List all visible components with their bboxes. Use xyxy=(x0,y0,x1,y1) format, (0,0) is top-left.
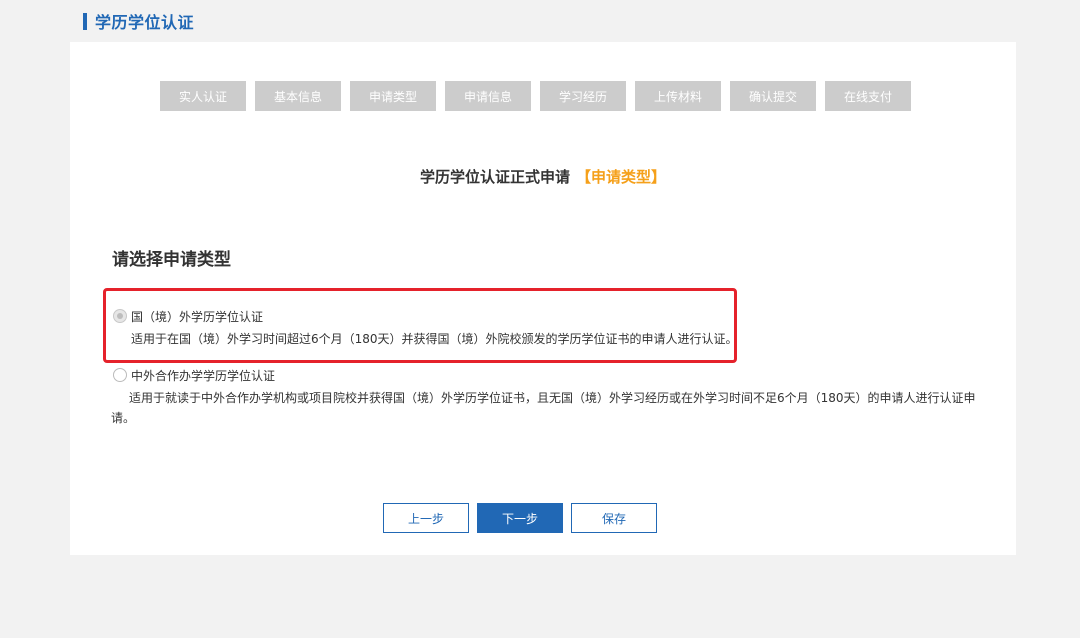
form-title-text: 学历学位认证正式申请 xyxy=(419,168,570,186)
prev-step-button[interactable]: 上一步 xyxy=(383,503,469,533)
form-card: 实人认证 基本信息 申请类型 申请信息 学习经历 上传材料 确认提交 在线支付 … xyxy=(70,42,1016,555)
form-title-highlight: 【申请类型】 xyxy=(576,168,667,186)
step-application-info[interactable]: 申请信息 xyxy=(445,81,531,111)
header-accent-bar xyxy=(83,12,87,30)
next-step-button[interactable]: 下一步 xyxy=(477,503,563,533)
step-real-person-auth[interactable]: 实人认证 xyxy=(160,81,246,111)
radio-sino-foreign-degree[interactable] xyxy=(113,368,127,382)
step-basic-info[interactable]: 基本信息 xyxy=(255,81,341,111)
save-button[interactable]: 保存 xyxy=(571,503,657,533)
page: 学历学位认证 实人认证 基本信息 申请类型 申请信息 学习经历 上传材料 确认提… xyxy=(0,0,1080,638)
step-application-type[interactable]: 申请类型 xyxy=(350,81,436,111)
option-sino-foreign-degree[interactable]: 中外合作办学学历学位认证 适用于就读于中外合作办学机构或项目院校并获得国（境）外… xyxy=(111,366,983,428)
step-study-history[interactable]: 学习经历 xyxy=(540,81,626,111)
option-label[interactable]: 中外合作办学学历学位认证 xyxy=(131,367,275,384)
page-header: 学历学位认证 xyxy=(83,10,194,32)
step-progress: 实人认证 基本信息 申请类型 申请信息 学习经历 上传材料 确认提交 在线支付 xyxy=(160,81,911,111)
page-title: 学历学位认证 xyxy=(95,13,195,32)
option-overseas-degree[interactable]: 国（境）外学历学位认证 适用于在国（境）外学习时间超过6个月（180天）并获得国… xyxy=(113,307,983,349)
radio-overseas-degree[interactable] xyxy=(113,309,127,323)
option-description: 适用于在国（境）外学习时间超过6个月（180天）并获得国（境）外院校颁发的学历学… xyxy=(131,332,738,346)
form-title: 学历学位认证正式申请 【申请类型】 xyxy=(70,166,1016,187)
step-confirm-submit[interactable]: 确认提交 xyxy=(730,81,816,111)
option-label[interactable]: 国（境）外学历学位认证 xyxy=(131,308,263,325)
step-upload-materials[interactable]: 上传材料 xyxy=(635,81,721,111)
action-buttons: 上一步 下一步 保存 xyxy=(383,503,657,533)
section-title: 请选择申请类型 xyxy=(112,250,231,270)
option-description: 适用于就读于中外合作办学机构或项目院校并获得国（境）外学历学位证书，且无国（境）… xyxy=(111,391,976,425)
step-online-payment[interactable]: 在线支付 xyxy=(825,81,911,111)
